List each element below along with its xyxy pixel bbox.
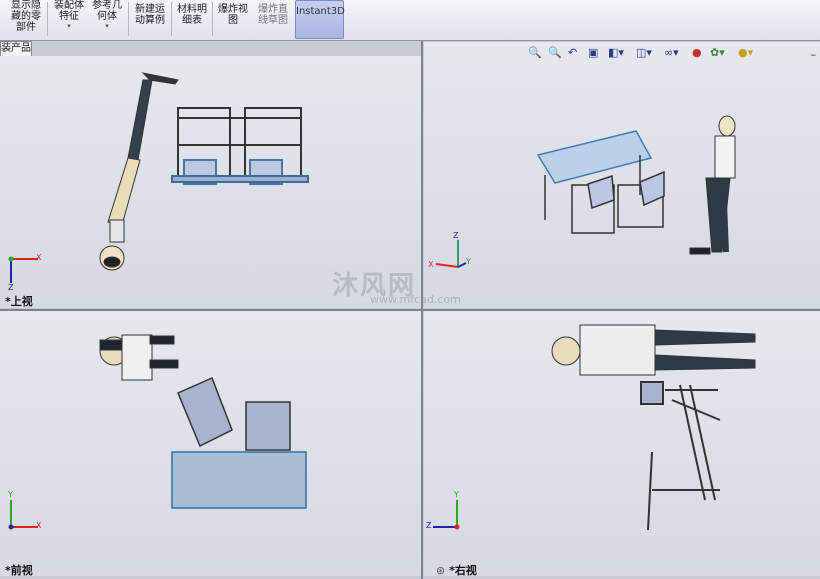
- button-label: 细表: [182, 15, 202, 26]
- button-label: 显示隐: [11, 0, 41, 11]
- assembly-features-button[interactable]: 装配体 特征 ▾: [50, 0, 88, 39]
- button-label: 动算例: [135, 15, 165, 26]
- section-view-icon[interactable]: ▣: [588, 46, 598, 59]
- button-label: Instant3D: [296, 6, 345, 17]
- view-label-right: ⊛ *右视: [436, 562, 477, 578]
- bill-of-materials-button[interactable]: 材料明 细表: [174, 0, 210, 39]
- toolbar-separator: [47, 2, 48, 36]
- instant3d-button[interactable]: Instant3D: [295, 0, 345, 39]
- button-label: 新建运: [135, 4, 165, 15]
- previous-view-icon[interactable]: ↶: [568, 46, 577, 59]
- button-label: 爆炸直: [258, 4, 288, 15]
- toolbar-separator: [212, 2, 213, 36]
- hide-show-icon[interactable]: ∞▾: [664, 46, 679, 59]
- zoom-fit-icon[interactable]: 🔍: [528, 46, 542, 59]
- link-views-icon[interactable]: ⊛: [436, 564, 445, 577]
- button-label: 藏的零: [11, 11, 41, 22]
- new-motion-study-button[interactable]: 新建运 动算例: [131, 0, 169, 39]
- button-label: 材料明: [177, 4, 207, 15]
- dropdown-arrow-icon[interactable]: ▾: [88, 22, 126, 30]
- command-manager-toolbar: 显示隐 藏的零 部件 装配体 特征 ▾ 参考几 何体 ▾ 新建运 动算例 材料明…: [0, 0, 820, 41]
- viewport-bottom-left[interactable]: [0, 311, 421, 576]
- minimize-icon[interactable]: –: [811, 48, 817, 61]
- toolbar-separator: [171, 2, 172, 36]
- button-label: 线草图: [258, 15, 288, 26]
- display-style-icon[interactable]: ◫▾: [636, 46, 652, 59]
- button-label: 参考几: [92, 0, 122, 11]
- view-label-top: *上视: [5, 295, 33, 308]
- axis-label-y: Y: [454, 490, 459, 499]
- axis-label-x: X: [36, 521, 42, 530]
- button-label: 图: [228, 15, 238, 26]
- apply-scene-icon[interactable]: ✿▾: [710, 46, 725, 59]
- exploded-view-button[interactable]: 爆炸视 图: [214, 0, 252, 39]
- reference-geometry-button[interactable]: 参考几 何体 ▾: [88, 0, 126, 39]
- axis-label-x: X: [428, 260, 434, 269]
- explode-line-sketch-button[interactable]: 爆炸直 线草图: [253, 0, 293, 39]
- button-label: 部件: [16, 22, 36, 33]
- view-settings-icon[interactable]: ●▾: [738, 46, 753, 59]
- viewport-top-right[interactable]: [424, 42, 820, 308]
- show-hidden-components-button[interactable]: 显示隐 藏的零 部件: [6, 0, 46, 39]
- viewport-bottom-right[interactable]: [424, 311, 820, 576]
- axis-label-z: Z: [453, 231, 459, 240]
- axis-label-z: Z: [426, 521, 432, 530]
- axis-label-x: X: [36, 253, 42, 262]
- feature-tree-tab[interactable]: 装产品: [0, 41, 32, 57]
- axis-label-z: Z: [8, 283, 14, 292]
- toolbar-separator: [128, 2, 129, 36]
- view-label-front: *前视: [5, 564, 33, 577]
- view-orientation-icon[interactable]: ◧▾: [608, 46, 624, 59]
- button-label: 何体: [97, 11, 117, 22]
- axis-label-y: Y: [466, 257, 471, 266]
- watermark-url: www.mfcad.com: [370, 293, 461, 306]
- dropdown-arrow-icon[interactable]: ▾: [50, 22, 88, 30]
- button-label: 装配体: [54, 0, 84, 11]
- button-label: 爆炸视: [218, 4, 248, 15]
- view-label-text: *右视: [449, 564, 477, 577]
- edit-appearance-icon[interactable]: ●: [692, 46, 702, 59]
- button-label: 特征: [59, 11, 79, 22]
- axis-label-y: Y: [8, 490, 13, 499]
- zoom-area-icon[interactable]: 🔍: [548, 46, 562, 59]
